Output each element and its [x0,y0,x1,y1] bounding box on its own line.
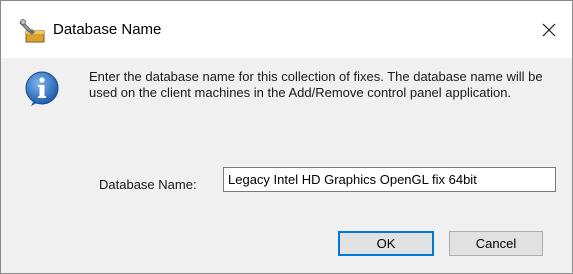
info-icon [23,69,61,107]
close-button[interactable] [526,1,572,58]
database-name-input[interactable] [223,167,556,192]
title-bar: Database Name [1,1,572,58]
compatibility-fix-icon [19,19,45,43]
dialog-title: Database Name [53,21,162,38]
cancel-button[interactable]: Cancel [449,231,543,256]
ok-button[interactable]: OK [338,231,434,256]
close-icon [542,23,556,37]
dialog-message: Enter the database name for this collect… [89,69,543,100]
dialog-window: Database Name Enter the database name fo… [0,0,573,274]
database-name-label: Database Name: [99,177,197,192]
